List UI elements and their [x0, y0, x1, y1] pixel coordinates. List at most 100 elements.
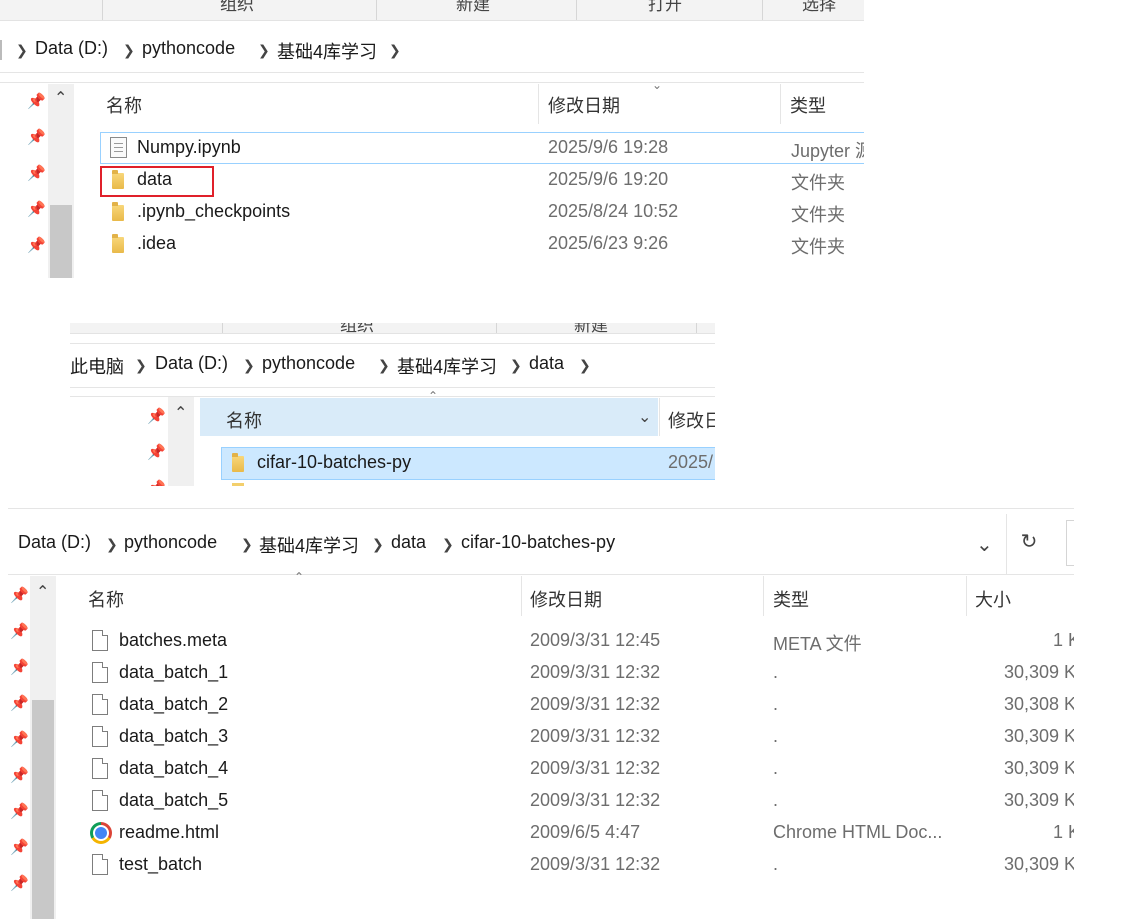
chevron-up-icon[interactable]: ⌃: [36, 582, 49, 602]
pin-icon[interactable]: 📌: [147, 443, 166, 461]
pin-icon[interactable]: 📌: [10, 766, 29, 784]
scrollbar-thumb[interactable]: [50, 205, 72, 278]
file-date: 2025/9/6 19:20: [548, 169, 669, 189]
chevron-right-icon[interactable]: ❯: [378, 357, 390, 374]
chevron-down-icon[interactable]: ⌄: [976, 532, 993, 557]
pin-icon[interactable]: 📌: [27, 128, 46, 146]
ribbon-new[interactable]: 新建: [456, 0, 490, 15]
breadcrumb-item[interactable]: 基础4库学习: [277, 38, 377, 64]
file-name[interactable]: .idea: [137, 233, 176, 254]
file-type: Chrome HTML Doc...: [773, 822, 943, 842]
breadcrumb-item[interactable]: pythoncode: [124, 532, 217, 553]
breadcrumb-item[interactable]: pythoncode: [142, 38, 235, 59]
column-header-name[interactable]: 名称: [226, 407, 262, 433]
ribbon-toolbar: 组织 新建: [70, 323, 715, 336]
breadcrumb-item[interactable]: pythoncode: [262, 353, 355, 374]
pin-icon[interactable]: 📌: [10, 730, 29, 748]
column-header-type[interactable]: 类型: [790, 92, 826, 118]
ribbon-divider: [376, 0, 377, 20]
pin-icon[interactable]: 📌: [27, 92, 46, 110]
column-divider[interactable]: [659, 398, 660, 436]
file-icon: [92, 662, 108, 683]
pin-icon[interactable]: 📌: [10, 622, 29, 640]
file-icon: [92, 694, 108, 715]
address-left-edge: [0, 40, 2, 60]
file-date: 2009/3/31 12:32: [530, 726, 661, 746]
refresh-icon[interactable]: ↻: [1008, 520, 1050, 564]
file-name[interactable]: data_batch_1: [119, 662, 228, 683]
breadcrumb-item[interactable]: Data (D:): [155, 353, 228, 374]
pin-icon[interactable]: 📌: [147, 407, 166, 425]
chevron-right-icon[interactable]: ❯: [510, 357, 522, 374]
chevron-right-icon[interactable]: ❯: [123, 42, 135, 59]
sort-arrow-icon: ⌃: [428, 389, 439, 403]
file-name[interactable]: data_batch_2: [119, 694, 228, 715]
ribbon-organize[interactable]: 组织: [340, 323, 374, 336]
breadcrumb-item[interactable]: data: [529, 353, 564, 374]
pin-icon[interactable]: 📌: [10, 802, 29, 820]
column-header-selected[interactable]: [200, 398, 658, 436]
column-divider[interactable]: [521, 576, 522, 616]
chevron-up-icon[interactable]: ⌃: [174, 403, 187, 423]
pin-icon[interactable]: 📌: [147, 479, 166, 486]
column-header-date[interactable]: 修改日期: [530, 586, 602, 612]
file-name[interactable]: Numpy.ipynb: [137, 137, 241, 158]
column-header-type[interactable]: 类型: [773, 586, 809, 612]
breadcrumb-item[interactable]: Data (D:): [18, 532, 91, 553]
chevron-right-icon[interactable]: ❯: [258, 42, 270, 59]
ribbon-select[interactable]: 选择: [802, 0, 836, 15]
column-header-name[interactable]: 名称: [88, 586, 124, 612]
column-header-date[interactable]: 修改日期: [548, 92, 620, 118]
chevron-right-icon[interactable]: ❯: [579, 357, 591, 374]
file-icon: [92, 726, 108, 747]
chevron-right-icon[interactable]: ❯: [243, 357, 255, 374]
column-divider[interactable]: [966, 576, 967, 616]
pin-icon[interactable]: 📌: [27, 236, 46, 254]
file-type: .: [773, 854, 779, 874]
breadcrumb-item[interactable]: 基础4库学习: [259, 532, 359, 558]
pin-icon[interactable]: 📌: [10, 838, 29, 856]
chevron-up-icon[interactable]: ⌃: [54, 88, 67, 108]
breadcrumb-item[interactable]: 基础4库学习: [397, 353, 497, 379]
file-name[interactable]: .ipynb_checkpoints: [137, 201, 290, 222]
ribbon-organize[interactable]: 组织: [220, 0, 254, 15]
column-header-name[interactable]: 名称: [106, 92, 142, 118]
file-name[interactable]: batches.meta: [119, 630, 227, 651]
column-divider[interactable]: [780, 84, 781, 124]
chevron-right-icon[interactable]: ❯: [442, 536, 454, 553]
chevron-right-icon[interactable]: ❯: [106, 536, 118, 553]
chevron-right-icon[interactable]: ❯: [389, 42, 401, 59]
file-type: .: [773, 726, 779, 746]
file-name[interactable]: data_batch_4: [119, 758, 228, 779]
search-box-edge[interactable]: [1066, 520, 1074, 566]
column-header-size[interactable]: 大小: [975, 586, 1011, 612]
file-name[interactable]: readme.html: [119, 822, 219, 843]
file-date: 2009/3/31 12:32: [530, 758, 661, 778]
ribbon-open[interactable]: 打开: [648, 0, 682, 15]
chevron-right-icon[interactable]: ❯: [372, 536, 384, 553]
file-name[interactable]: data_batch_5: [119, 790, 228, 811]
column-divider[interactable]: [538, 84, 539, 124]
chevron-right-icon[interactable]: ❯: [135, 357, 147, 374]
file-name[interactable]: data_batch_3: [119, 726, 228, 747]
column-divider[interactable]: [763, 576, 764, 616]
pin-icon[interactable]: 📌: [10, 586, 29, 604]
pin-icon[interactable]: 📌: [27, 164, 46, 182]
breadcrumb-item[interactable]: Data (D:): [35, 38, 108, 59]
ribbon-new[interactable]: 新建: [574, 323, 608, 336]
pin-icon[interactable]: 📌: [10, 874, 29, 892]
breadcrumb-item[interactable]: 此电脑: [70, 353, 124, 379]
chevron-down-icon[interactable]: ⌄: [638, 407, 651, 427]
file-date: 2009/3/31 12:45: [530, 630, 661, 650]
breadcrumb-item[interactable]: cifar-10-batches-py: [461, 532, 615, 553]
notebook-file-icon: [110, 137, 127, 158]
chevron-right-icon[interactable]: ❯: [241, 536, 253, 553]
pin-icon[interactable]: 📌: [10, 694, 29, 712]
file-name[interactable]: cifar-10-batches-py: [257, 452, 411, 473]
pin-icon[interactable]: 📌: [10, 658, 29, 676]
file-name[interactable]: test_batch: [119, 854, 202, 875]
pin-icon[interactable]: 📌: [27, 200, 46, 218]
scrollbar-thumb[interactable]: [32, 700, 54, 919]
breadcrumb-item[interactable]: data: [391, 532, 426, 553]
column-header-date[interactable]: 修改日: [668, 407, 715, 433]
